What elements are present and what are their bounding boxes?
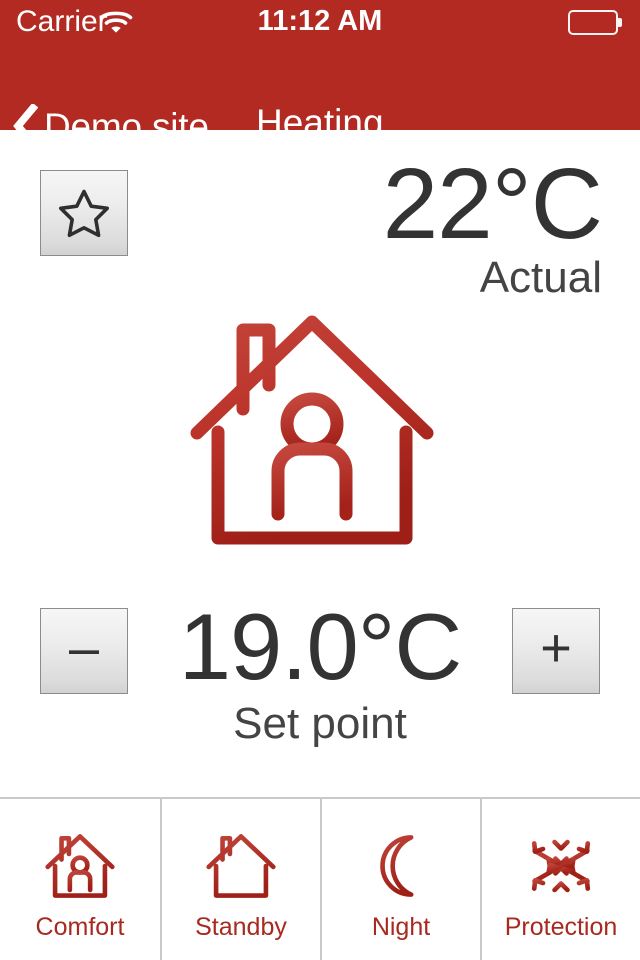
plus-icon: + <box>540 618 572 678</box>
house-with-person-icon <box>183 297 441 555</box>
mode-button-standby[interactable]: Standby <box>160 799 320 960</box>
setpoint-increase-button[interactable]: + <box>512 608 600 694</box>
app-root: Carrier 11:12 AM Demo site Heating 22°C … <box>0 0 640 960</box>
mode-label-standby: Standby <box>195 913 287 941</box>
status-bar: Carrier 11:12 AM <box>0 0 640 44</box>
actual-temperature-readout: 22°C Actual <box>382 148 603 302</box>
battery-icon <box>568 10 622 35</box>
star-icon <box>59 189 109 238</box>
setpoint-value: 19.0°C <box>178 594 462 699</box>
mode-button-comfort[interactable]: Comfort <box>0 799 160 960</box>
header: Carrier 11:12 AM Demo site Heating <box>0 0 640 148</box>
minus-icon: – <box>68 618 100 678</box>
setpoint-label: Set point <box>233 699 407 748</box>
mode-toolbar: Comfort Standby Night Protection <box>0 797 640 960</box>
battery-nub <box>618 18 622 27</box>
setpoint-readout: 19.0°C Set point <box>140 600 500 748</box>
battery-shell <box>568 10 618 35</box>
mode-button-night[interactable]: Night <box>320 799 480 960</box>
nav-bar: Demo site Heating <box>0 44 640 148</box>
mode-label-comfort: Comfort <box>35 913 125 941</box>
actual-temperature-label: Actual <box>479 253 602 302</box>
house-icon <box>205 827 277 905</box>
mode-label-protection: Protection <box>504 913 618 941</box>
main-content: 22°C Actual – 19.0°C Set point + <box>0 130 640 797</box>
moon-icon <box>365 827 437 905</box>
mode-button-protection[interactable]: Protection <box>480 799 640 960</box>
favorite-button[interactable] <box>40 170 128 256</box>
actual-temperature-value: 22°C <box>382 148 603 260</box>
setpoint-decrease-button[interactable]: – <box>40 608 128 694</box>
setpoint-control-row: – 19.0°C Set point + <box>0 600 640 748</box>
snowflake-icon <box>525 827 597 905</box>
mode-label-night: Night <box>371 913 431 941</box>
clock-label: 11:12 AM <box>257 5 383 37</box>
house-with-person-icon <box>44 827 116 905</box>
